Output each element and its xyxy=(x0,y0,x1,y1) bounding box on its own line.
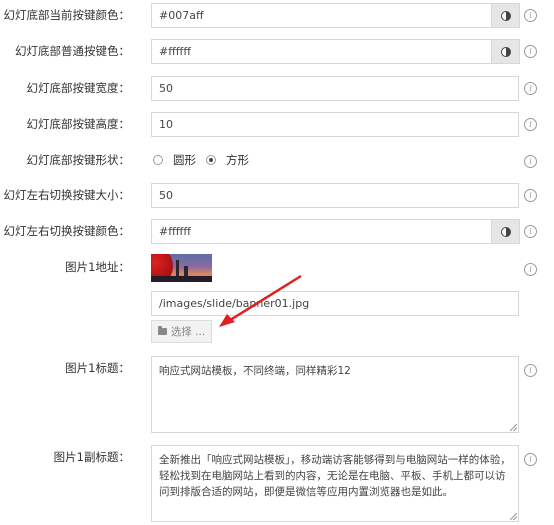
help-circle-icon[interactable]: i xyxy=(524,453,537,466)
help-circle-icon[interactable]: i xyxy=(524,263,537,276)
switch-color-input[interactable]: #ffffff xyxy=(151,219,492,244)
image-url-input[interactable]: /images/slide/banner01.jpg xyxy=(151,291,519,316)
help-circle-icon[interactable]: i xyxy=(524,118,537,131)
folder-open-icon xyxy=(157,326,167,335)
current-btn-color-input[interactable]: #007aff xyxy=(151,3,492,28)
radio-circle-label[interactable]: 圆形 xyxy=(173,152,196,168)
help-circle-icon[interactable]: i xyxy=(524,9,537,22)
field-label: 幻灯左右切换按键颜色： xyxy=(3,224,131,238)
contrast-icon xyxy=(500,226,511,237)
normal-btn-color-input[interactable]: #ffffff xyxy=(151,39,492,64)
image-subtitle-text: 全新推出「响应式网站模板」，移动端访客能够得到与电脑网站一样的体验，轻松找到在电… xyxy=(159,454,511,498)
select-button-label: 选择 ... xyxy=(170,326,206,338)
help-circle-icon[interactable]: i xyxy=(524,189,537,202)
btn-width-input[interactable]: 50 xyxy=(151,76,519,101)
shape-radio-group: 圆形 方形 xyxy=(153,152,259,168)
resize-handle[interactable] xyxy=(510,424,517,431)
image-thumbnail xyxy=(151,254,212,282)
field-label: 图片1地址： xyxy=(65,260,130,274)
btn-height-input[interactable]: 10 xyxy=(151,112,519,137)
color-picker-button[interactable] xyxy=(492,219,520,244)
radio-square-label[interactable]: 方形 xyxy=(226,152,249,168)
field-label: 幻灯底部按键形状： xyxy=(26,153,131,167)
image-subtitle-textarea[interactable]: 全新推出「响应式网站模板」，移动端访客能够得到与电脑网站一样的体验，轻松找到在电… xyxy=(151,445,519,522)
contrast-icon xyxy=(500,46,511,57)
radio-square[interactable] xyxy=(206,155,216,165)
color-picker-button[interactable] xyxy=(492,3,520,28)
image-title-textarea[interactable]: 响应式网站模板，不同终端，同样精彩12 xyxy=(151,356,519,433)
color-picker-button[interactable] xyxy=(492,39,520,64)
field-label: 图片1标题： xyxy=(65,361,130,375)
help-circle-icon[interactable]: i xyxy=(524,45,537,58)
annotation-arrow xyxy=(219,274,302,327)
field-label: 幻灯底部按键宽度： xyxy=(26,81,131,95)
field-label: 幻灯底部当前按键颜色： xyxy=(3,8,131,22)
field-label: 图片1副标题： xyxy=(53,450,130,464)
help-circle-icon[interactable]: i xyxy=(524,82,537,95)
help-circle-icon[interactable]: i xyxy=(524,225,537,238)
field-label: 幻灯底部按键高度： xyxy=(26,117,131,131)
select-image-button[interactable]: 选择 ... xyxy=(151,320,212,343)
help-circle-icon[interactable]: i xyxy=(524,155,537,168)
help-circle-icon[interactable]: i xyxy=(524,364,537,377)
contrast-icon xyxy=(500,10,511,21)
field-label: 幻灯底部普通按键色： xyxy=(15,44,130,58)
image-title-text: 响应式网站模板，不同终端，同样精彩12 xyxy=(159,365,351,377)
resize-handle[interactable] xyxy=(510,513,517,520)
radio-circle[interactable] xyxy=(153,155,163,165)
field-label: 幻灯左右切换按键大小： xyxy=(3,188,131,202)
switch-size-input[interactable]: 50 xyxy=(151,183,519,208)
